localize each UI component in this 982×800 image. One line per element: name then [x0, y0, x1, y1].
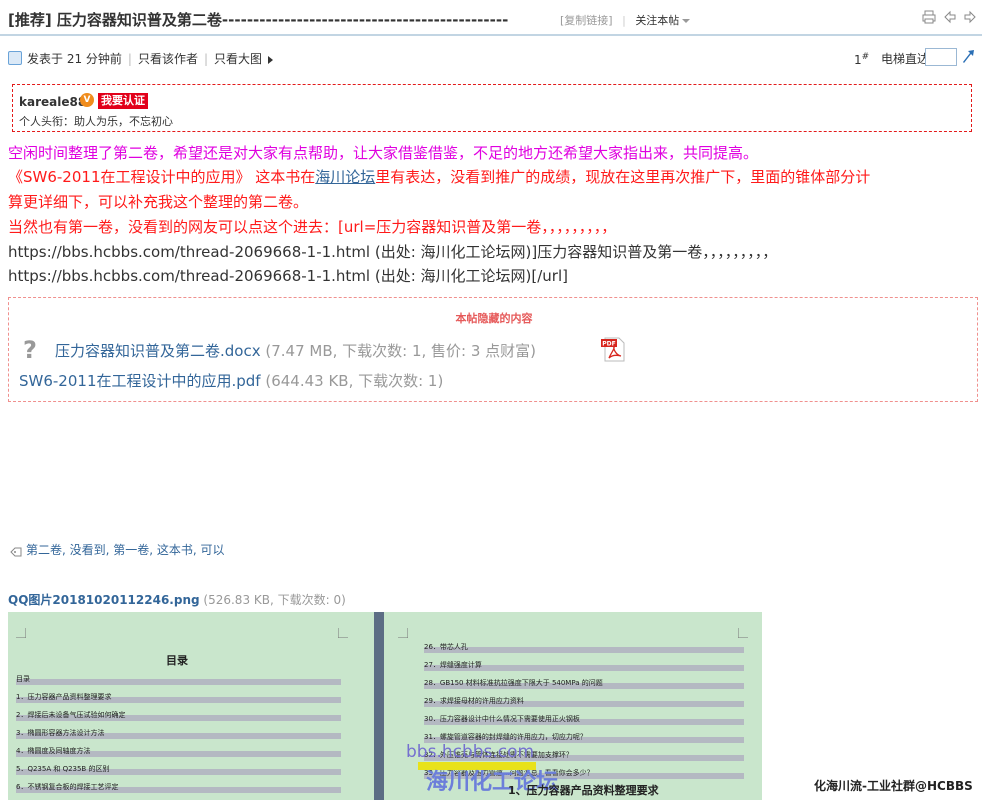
attachment-pdf: SW6-2011在工程设计中的应用.pdf (644.43 KB, 下载次数: … [19, 370, 443, 391]
post-line-6: https://bbs.hcbbs.com/thread-2069668-1-1… [8, 267, 568, 285]
toc-row: 31．螺旋管道容器的封焊缝的许用应力，切应力呢？ [424, 733, 587, 741]
user-info-box: kareale88 V 我要认证 个人头衔：助人为乐，不忘初心 [12, 84, 972, 132]
post-line-2: 《SW6-2011在工程设计中的应用》 这本书在海川论坛里有表达，没看到推广的成… [8, 166, 870, 188]
toc-row: 4．椭圆度及同轴度方法 [16, 747, 91, 755]
image-attachment-info: (526.83 KB, 下载次数: 0) [199, 593, 346, 607]
post-line-2b: 里有表达，没看到推广的成绩，现放在这里再次推广下，里面的锥体部分计 [375, 168, 871, 186]
book-spine [374, 612, 384, 800]
image-attachment-title: QQ图片20181020112246.png (526.83 KB, 下载次数:… [8, 591, 346, 608]
post-line-2a: 《SW6-2011在工程设计中的应用》 这本书在 [8, 168, 316, 186]
toc-row: 3．椭圆形容器方法设计方法 [16, 729, 105, 737]
floor-sup: # [861, 52, 870, 62]
watermark-url: bbs.hcbbs.com [406, 742, 535, 762]
toc-row-line [424, 647, 744, 653]
footer-watermark: 化海川流-工业社群@HCBBS [814, 779, 973, 793]
post-meta-links: 发表于 21 分钟前 | 只看该作者 | 只看大图 [27, 50, 274, 67]
elevator-go-icon[interactable] [962, 49, 976, 65]
title-tools: [复制链接] | 关注本帖 [560, 12, 691, 28]
toc-row: 28．GB150 材料标准抗拉强度下限大于 540MPa 的问题 [424, 679, 603, 687]
elevator-input[interactable] [925, 48, 957, 66]
toc-row-line [16, 679, 341, 685]
attachment-docx-row: 压力容器知识普及第二卷.docx (7.47 MB, 下载次数: 1, 售价: … [55, 340, 536, 361]
corner-mark [398, 628, 408, 638]
toc-row: 27．焊缝强度计算 [424, 661, 482, 669]
toc-title: 目录 [166, 654, 188, 667]
post-meta: 发表于 21 分钟前 | 只看该作者 | 只看大图 1# 电梯直达 [8, 48, 976, 67]
corner-mark [738, 628, 748, 638]
toc-row: 29．求焊接母材的许用应力资料 [424, 697, 524, 705]
corner-mark [16, 628, 26, 638]
post-line-3: 算更详细下，可以补充我这个整理的第二卷。 [8, 193, 309, 211]
hidden-content-title: 本帖隐藏的内容 [455, 312, 533, 325]
username[interactable]: kareale88 [19, 95, 86, 109]
forum-link[interactable]: 海川论坛 [315, 168, 375, 186]
hidden-content-box: 本帖隐藏的内容 ? 压力容器知识普及第二卷.docx (7.47 MB, 下载次… [8, 297, 978, 402]
divider: | [203, 52, 209, 66]
user-mini-icon [8, 51, 22, 65]
posted-time: 发表于 21 分钟前 [27, 52, 122, 66]
tag-icon [10, 546, 22, 556]
chapter-heading: 1、压力容器产品资料整理要求 [508, 784, 659, 797]
toc-row: 5．Q235A 和 Q235B 的区别 [16, 765, 110, 773]
print-icon[interactable] [922, 10, 936, 27]
attachment-docx-link[interactable]: 压力容器知识普及第二卷.docx [55, 342, 261, 360]
prev-thread-icon[interactable] [944, 10, 956, 27]
toc-row: 目录 [16, 675, 30, 683]
toc-row: 26．带芯人孔 [424, 643, 468, 651]
copy-link-button[interactable]: [复制链接] [560, 14, 613, 27]
post-line-5: https://bbs.hcbbs.com/thread-2069668-1-1… [8, 243, 778, 261]
image-attachment-link[interactable]: QQ图片20181020112246.png [8, 593, 200, 607]
toc-row: 6．不锈钢复合板的焊接工艺评定 [16, 783, 119, 791]
title-right-icons [922, 10, 980, 27]
tag-list: 第二卷, 没看到, 第一卷, 这本书, 可以 [10, 541, 225, 558]
image-preview[interactable]: 目录 目录 1．压力容器产品资料整理要求 2．焊接后未设备气压试验如何确定 3．椭圆形… [8, 612, 762, 800]
toc-row: 1．压力容器产品资料整理要求 [16, 693, 112, 701]
post-line-1: 空闲时间整理了第二卷，希望还是对大家有点帮助，让大家借鉴借鉴，不足的地方还希望大… [8, 144, 759, 162]
post-line-4: 当然也有第一卷，没看到的网友可以点这个进去：[url=压力容器知识普及第一卷，，… [8, 218, 617, 236]
toc-row: 2．焊接后未设备气压试验如何确定 [16, 711, 126, 719]
pdf-icon: PDF [599, 334, 629, 364]
attachment-docx-info: (7.47 MB, 下载次数: 1, 售价: 3 点财富) [260, 342, 537, 360]
unknown-file-icon: ? [23, 336, 37, 364]
tags-text[interactable]: 第二卷, 没看到, 第一卷, 这本书, 可以 [26, 543, 225, 557]
thread-title-bar: [推荐] 压力容器知识普及第二卷------------------------… [0, 0, 982, 36]
corner-mark [338, 628, 348, 638]
floor-value: 1 [854, 53, 862, 67]
chevron-down-icon[interactable] [682, 19, 691, 23]
vip-badge-icon: V [80, 93, 94, 107]
attachment-pdf-info: (644.43 KB, 下载次数: 1) [260, 372, 444, 390]
thread-title: [推荐] 压力容器知识普及第二卷------------------------… [8, 11, 509, 29]
verify-button[interactable]: 我要认证 [98, 93, 148, 109]
only-author-link[interactable]: 只看该作者 [138, 52, 198, 66]
follow-thread-button[interactable]: 关注本帖 [635, 14, 679, 27]
attachment-pdf-link[interactable]: SW6-2011在工程设计中的应用.pdf [19, 372, 261, 390]
next-thread-icon[interactable] [964, 10, 976, 27]
divider: | [622, 14, 626, 27]
divider: | [127, 52, 132, 66]
toc-row: 30．压力容器设计中什么情况下需要使用正火钢板 [424, 715, 580, 723]
only-big-image-link[interactable]: 只看大图 [214, 52, 262, 66]
elevator-label: 电梯直达 [881, 52, 930, 66]
play-icon[interactable] [268, 55, 274, 64]
preview-left-page: 目录 目录 1．压力容器产品资料整理要求 2．焊接后未设备气压试验如何确定 3．椭圆形… [8, 612, 374, 800]
floor-number: 1# [854, 52, 869, 67]
user-motto: 个人头衔：助人为乐，不忘初心 [19, 115, 173, 128]
